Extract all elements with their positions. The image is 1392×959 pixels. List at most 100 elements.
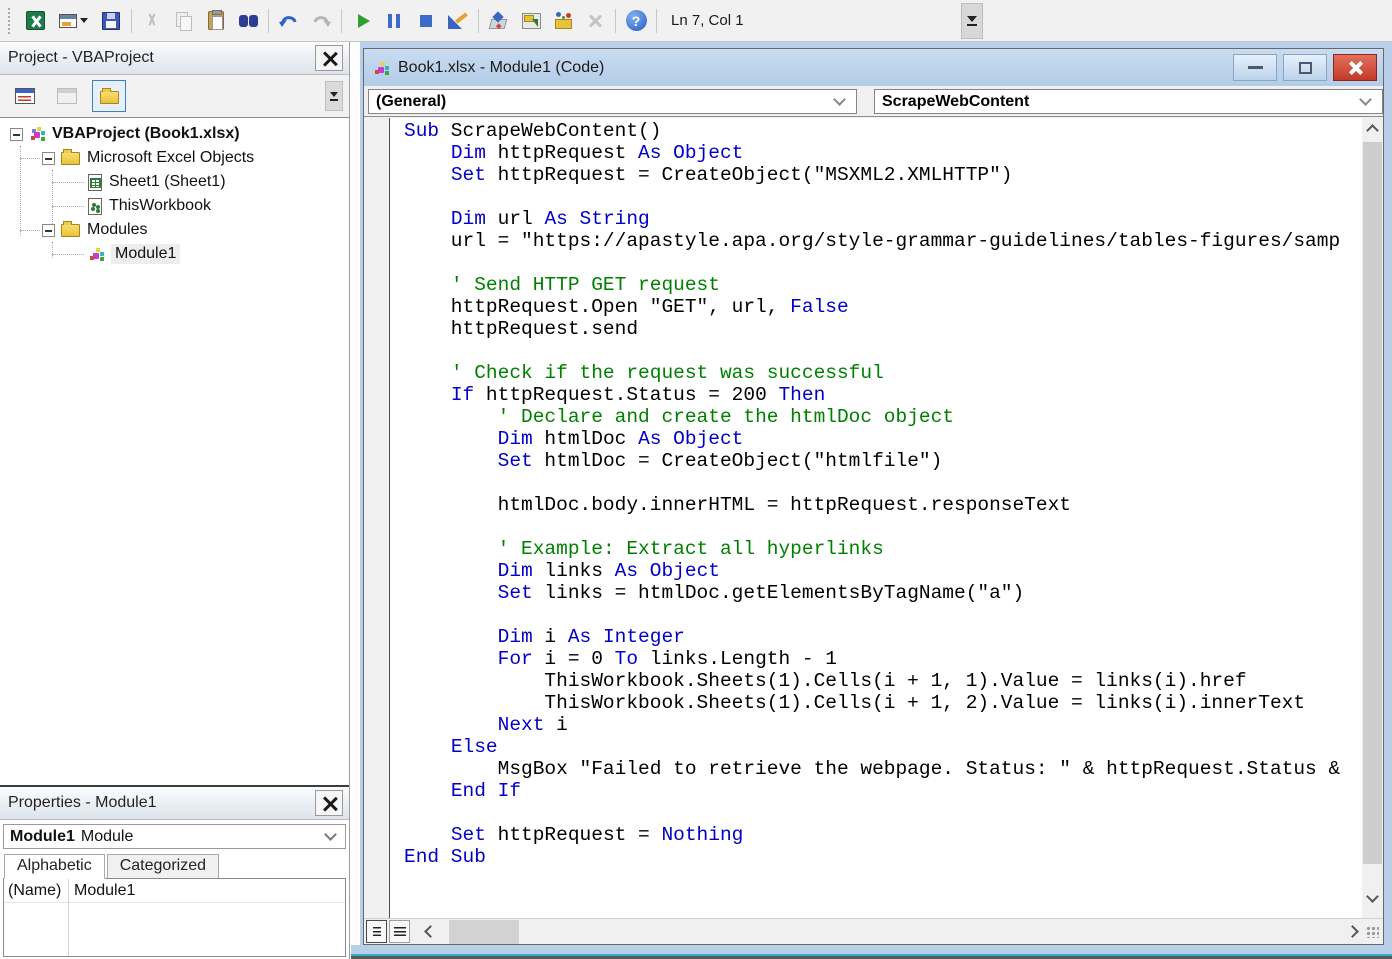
project-toolbar-overflow-button[interactable]: [325, 81, 343, 111]
chevron-down-icon: [330, 92, 338, 97]
insert-userform-button[interactable]: [51, 5, 95, 37]
view-code-button[interactable]: [8, 80, 42, 112]
toolbar-separator: [341, 9, 342, 33]
help-button[interactable]: [620, 5, 652, 37]
break-button[interactable]: [378, 5, 410, 37]
toolbar-separator: [478, 9, 479, 33]
project-panel-title: Project - VBAProject: [8, 49, 154, 67]
horizontal-scrollbar-thumb[interactable]: [449, 920, 519, 944]
redo-icon: [310, 11, 332, 31]
code-line: [404, 186, 1362, 208]
close-icon[interactable]: [315, 45, 343, 71]
code-window: Book1.xlsx - Module1 (Code) (General) Sc…: [363, 48, 1384, 945]
tree-item-sheet1[interactable]: Sheet1 (Sheet1): [0, 170, 349, 194]
project-explorer-button[interactable]: [483, 5, 515, 37]
tree-item-modules[interactable]: Modules: [0, 218, 349, 242]
code-line: httpRequest.send: [404, 318, 1362, 340]
collapse-icon[interactable]: [10, 128, 23, 141]
toolbar-separator: [268, 9, 269, 33]
toolbar-separator: [656, 9, 657, 33]
tree-item-label: Module1: [111, 244, 180, 264]
save-button[interactable]: [95, 5, 127, 37]
copy-icon: [175, 12, 193, 30]
help-icon: [626, 10, 647, 31]
view-object-icon: [57, 88, 77, 104]
tree-item-label: ThisWorkbook: [109, 197, 211, 215]
property-value[interactable]: Module1: [68, 882, 135, 900]
object-dropdown[interactable]: (General): [368, 89, 857, 114]
workbook-icon: [88, 198, 102, 215]
undo-button[interactable]: [273, 5, 305, 37]
tree-item-vbaproject[interactable]: VBAProject (Book1.xlsx): [0, 122, 349, 146]
code-window-bottom-bar: [364, 918, 1383, 944]
code-line: Sub ScrapeWebContent(): [404, 120, 1362, 142]
properties-window-button[interactable]: [515, 5, 547, 37]
close-icon[interactable]: [315, 790, 343, 816]
code-line: For i = 0 To links.Length - 1: [404, 648, 1362, 670]
stop-icon: [420, 15, 432, 27]
minimize-icon: [1248, 66, 1263, 69]
code-window-titlebar[interactable]: Book1.xlsx - Module1 (Code): [364, 49, 1383, 86]
copy-button: [168, 5, 200, 37]
object-selector-dropdown[interactable]: Module1 Module: [3, 824, 346, 849]
project-panel-header: Project - VBAProject: [0, 42, 349, 75]
tree-item-module1[interactable]: Module1: [0, 242, 349, 266]
procedure-view-button[interactable]: [366, 920, 387, 943]
vertical-scrollbar[interactable]: [1362, 118, 1383, 918]
chevron-down-icon: [324, 828, 337, 841]
properties-grid: (Name) Module1: [3, 878, 346, 957]
run-button[interactable]: [346, 5, 378, 37]
module-icon: [373, 60, 389, 76]
view-microsoft-excel-button[interactable]: [19, 5, 51, 37]
chevron-down-icon: [1359, 93, 1372, 106]
code-line: Next i: [404, 714, 1362, 736]
reset-button[interactable]: [410, 5, 442, 37]
code-line: ' Check if the request was successful: [404, 362, 1362, 384]
code-line: Else: [404, 736, 1362, 758]
code-line: Dim htmlDoc As Object: [404, 428, 1362, 450]
object-browser-button[interactable]: [547, 5, 579, 37]
cut-icon: [143, 12, 161, 30]
toggle-folders-button[interactable]: [92, 80, 126, 112]
scroll-down-button[interactable]: [1362, 892, 1383, 912]
dock-splitter[interactable]: [351, 42, 360, 945]
paste-button[interactable]: [200, 5, 232, 37]
close-window-button[interactable]: [1333, 54, 1377, 81]
property-row[interactable]: (Name) Module1: [4, 879, 345, 903]
procedure-dropdown[interactable]: ScrapeWebContent: [874, 89, 1383, 114]
breakpoint-margin[interactable]: [364, 118, 390, 918]
vertical-scrollbar-thumb[interactable]: [1363, 142, 1382, 864]
undo-icon: [278, 11, 300, 31]
code-line: Dim httpRequest As Object: [404, 142, 1362, 164]
toolbar-grip[interactable]: [8, 8, 13, 34]
code-editor[interactable]: Sub ScrapeWebContent() Dim httpRequest A…: [391, 118, 1362, 918]
code-line: Set httpRequest = CreateObject("MSXML2.X…: [404, 164, 1362, 186]
chevron-up-icon: [1366, 124, 1379, 137]
grid-column-divider[interactable]: [68, 879, 69, 956]
full-module-view-button[interactable]: [389, 920, 410, 943]
vba-project-icon: [29, 126, 45, 142]
folder-icon: [61, 224, 80, 237]
tab-categorized[interactable]: Categorized: [107, 854, 219, 879]
chevron-down-icon: [1366, 890, 1379, 903]
code-line: [404, 604, 1362, 626]
tab-alphabetic[interactable]: Alphabetic: [4, 854, 105, 879]
tree-item-thisworkbook[interactable]: ThisWorkbook: [0, 194, 349, 218]
chevron-down-icon: [967, 16, 977, 22]
tree-item-excel-objects[interactable]: Microsoft Excel Objects: [0, 146, 349, 170]
minimize-button[interactable]: [1233, 54, 1277, 81]
toolbar-separator: [615, 9, 616, 33]
resize-grip[interactable]: [1365, 925, 1379, 938]
scroll-up-button[interactable]: [1362, 120, 1383, 140]
code-window-title: Book1.xlsx - Module1 (Code): [398, 59, 604, 77]
collapse-icon[interactable]: [42, 224, 55, 237]
scroll-right-button[interactable]: [1346, 925, 1359, 938]
toolbar-overflow-button[interactable]: [961, 3, 983, 39]
code-line: Dim i As Integer: [404, 626, 1362, 648]
find-button[interactable]: [232, 5, 264, 37]
design-mode-button[interactable]: [442, 5, 474, 37]
collapse-icon[interactable]: [42, 152, 55, 165]
scroll-left-button[interactable]: [424, 925, 437, 938]
code-line: httpRequest.Open "GET", url, False: [404, 296, 1362, 318]
maximize-button[interactable]: [1283, 54, 1327, 81]
